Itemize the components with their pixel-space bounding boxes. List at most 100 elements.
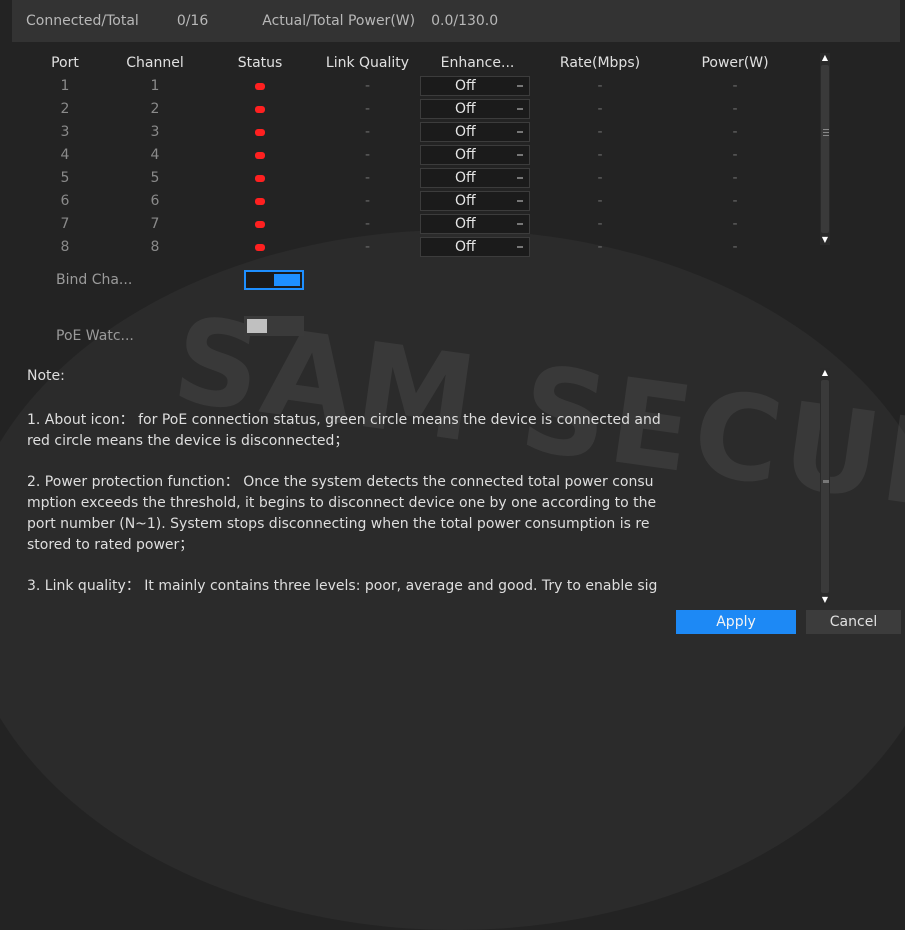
status-red-dot-icon xyxy=(255,243,265,251)
enhance-select[interactable]: Off xyxy=(420,76,530,96)
status-cell xyxy=(225,213,295,236)
link-quality-cell: - xyxy=(364,216,371,232)
note-scrollbar[interactable]: ▲ ▼ xyxy=(820,368,830,605)
dropdown-arrow-icon xyxy=(517,223,523,225)
status-red-dot-icon xyxy=(255,105,265,113)
table-header: Port Channel Status Link Quality Enhance… xyxy=(30,52,816,75)
note-item-icon: 1. About icon： for PoE connection status… xyxy=(27,410,817,452)
rate-cell: - xyxy=(597,193,603,209)
status-red-dot-icon xyxy=(255,82,265,90)
power-cell: - xyxy=(732,101,738,117)
power-cell: - xyxy=(732,147,738,163)
scroll-up-icon[interactable]: ▲ xyxy=(820,53,830,63)
channel-cell: 4 xyxy=(150,147,160,163)
channel-cell: 3 xyxy=(150,124,160,140)
col-enhance[interactable]: Enhance... xyxy=(425,52,530,75)
channel-cell: 6 xyxy=(150,193,160,209)
col-status[interactable]: Status xyxy=(225,52,295,75)
col-channel[interactable]: Channel xyxy=(100,52,210,75)
link-quality-cell: - xyxy=(364,193,371,209)
channel-cell: 5 xyxy=(150,170,160,186)
enhance-value: Off xyxy=(455,239,476,255)
table-row[interactable]: 3 3 - Off - - xyxy=(30,121,816,144)
power-cell: - xyxy=(732,239,738,255)
status-red-dot-icon xyxy=(255,151,265,159)
port-cell: 3 xyxy=(60,124,70,140)
enhance-select[interactable]: Off xyxy=(420,168,530,188)
table-row[interactable]: 2 2 - Off - - xyxy=(30,98,816,121)
channel-cell: 7 xyxy=(150,216,160,232)
rate-cell: - xyxy=(597,216,603,232)
link-quality-cell: - xyxy=(364,101,371,117)
enhance-value: Off xyxy=(455,216,476,232)
power-cell: - xyxy=(732,216,738,232)
scroll-down-icon[interactable]: ▼ xyxy=(820,235,830,245)
power-label: Actual/Total Power(W) xyxy=(262,13,416,29)
connected-value: 0/16 xyxy=(176,13,209,29)
dropdown-arrow-icon xyxy=(517,108,523,110)
connected-label: Connected/Total xyxy=(26,13,139,29)
port-cell: 5 xyxy=(60,170,70,186)
port-cell: 1 xyxy=(60,78,70,94)
status-cell xyxy=(225,144,295,167)
note-item-power-protection: 2. Power protection function： Once the s… xyxy=(27,472,817,556)
rate-cell: - xyxy=(597,78,603,94)
note-item-link-quality: 3. Link quality： It mainly contains thre… xyxy=(27,576,817,597)
dropdown-arrow-icon xyxy=(517,85,523,87)
power-value: 0.0/130.0 xyxy=(431,13,499,29)
enhance-select[interactable]: Off xyxy=(420,237,530,257)
note-line: 2. Power protection function： Once the s… xyxy=(27,474,654,490)
enhance-value: Off xyxy=(455,170,476,186)
table-row[interactable]: 6 6 - Off - - xyxy=(30,190,816,213)
rate-cell: - xyxy=(597,101,603,117)
table-row[interactable]: 8 8 - Off - - xyxy=(30,236,816,259)
link-quality-cell: - xyxy=(364,124,371,140)
col-port[interactable]: Port xyxy=(30,52,100,75)
enhance-select[interactable]: Off xyxy=(420,191,530,211)
enhance-value: Off xyxy=(455,193,476,209)
status-cell xyxy=(225,75,295,98)
enhance-value: Off xyxy=(455,124,476,140)
note-line: red circle means the device is disconnec… xyxy=(27,433,349,449)
port-cell: 8 xyxy=(60,239,70,255)
bind-channel-toggle[interactable] xyxy=(244,270,304,290)
rate-cell: - xyxy=(597,147,603,163)
dropdown-arrow-icon xyxy=(517,131,523,133)
status-cell xyxy=(225,190,295,213)
table-row[interactable]: 1 1 - Off - - xyxy=(30,75,816,98)
table-row[interactable]: 7 7 - Off - - xyxy=(30,213,816,236)
note-line: mption exceeds the threshold, it begins … xyxy=(27,495,657,511)
poe-watchdog-toggle[interactable] xyxy=(244,316,304,336)
power-cell: - xyxy=(732,193,738,209)
col-power[interactable]: Power(W) xyxy=(680,52,790,75)
enhance-select[interactable]: Off xyxy=(420,145,530,165)
channel-cell: 2 xyxy=(150,101,160,117)
note-line: stored to rated power； xyxy=(27,537,194,553)
link-quality-cell: - xyxy=(364,239,371,255)
enhance-value: Off xyxy=(455,147,476,163)
table-row[interactable]: 4 4 - Off - - xyxy=(30,144,816,167)
scroll-thumb[interactable] xyxy=(821,380,829,593)
scroll-down-icon[interactable]: ▼ xyxy=(820,595,830,605)
power-cell: - xyxy=(732,124,738,140)
rate-cell: - xyxy=(597,124,603,140)
enhance-select[interactable]: Off xyxy=(420,214,530,234)
apply-button[interactable]: Apply xyxy=(676,610,796,634)
status-red-dot-icon xyxy=(255,128,265,136)
col-rate[interactable]: Rate(Mbps) xyxy=(545,52,655,75)
note-line: 3. Link quality： It mainly contains thre… xyxy=(27,578,658,594)
scroll-thumb[interactable] xyxy=(821,65,829,233)
cancel-button[interactable]: Cancel xyxy=(806,610,901,634)
table-scrollbar[interactable]: ▲ ▼ xyxy=(820,53,830,245)
status-red-dot-icon xyxy=(255,197,265,205)
enhance-select[interactable]: Off xyxy=(420,122,530,142)
enhance-value: Off xyxy=(455,101,476,117)
scroll-up-icon[interactable]: ▲ xyxy=(820,368,830,378)
col-link-quality[interactable]: Link Quality xyxy=(315,52,420,75)
note-title: Note: xyxy=(27,368,65,384)
channel-cell: 1 xyxy=(150,78,160,94)
enhance-select[interactable]: Off xyxy=(420,99,530,119)
table-row[interactable]: 5 5 - Off - - xyxy=(30,167,816,190)
note-line: port number (N~1). System stops disconne… xyxy=(27,516,650,532)
dropdown-arrow-icon xyxy=(517,200,523,202)
